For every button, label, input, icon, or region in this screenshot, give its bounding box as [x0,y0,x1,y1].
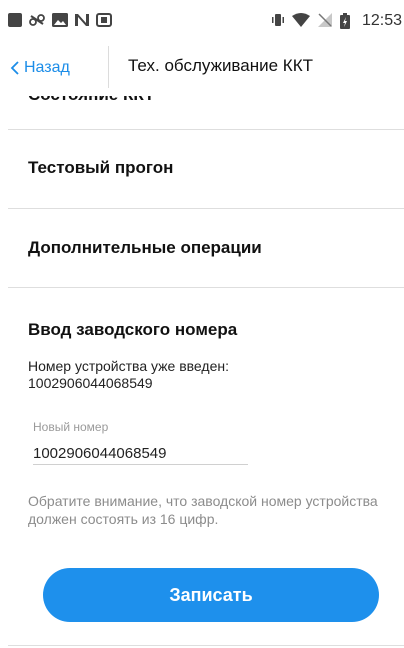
write-button[interactable]: Записать [43,568,379,622]
nfc-icon [75,14,89,26]
main-content: Состояние ККТ Тестовый прогон Дополнител… [0,96,404,648]
menu-item-kkt-status[interactable]: Состояние ККТ [8,96,404,128]
link-off-icon [29,14,45,26]
serial-note: Обратите внимание, что заводской номер у… [28,493,378,527]
menu-item-test-run[interactable]: Тестовый прогон [8,130,404,208]
menu-item-label: Тестовый прогон [28,158,174,177]
menu-item-label: Состояние ККТ [28,96,155,105]
wifi-icon [292,13,310,27]
header-divider [108,46,109,88]
section-title: Ввод заводского номера [28,320,238,339]
new-serial-label: Новый номер [33,420,109,434]
back-button[interactable]: Назад [10,54,70,82]
status-bar: 12:53 [0,0,404,40]
new-serial-input[interactable] [33,442,248,465]
entered-serial-value: 1002906044068549 [28,375,153,391]
menu-item-additional-operations[interactable]: Дополнительные операции [8,209,404,287]
new-serial-field: Новый номер [33,420,248,470]
stop-square-icon [8,13,22,27]
status-time: 12:53 [361,12,402,29]
divider [8,645,404,646]
vibrate-icon [272,14,284,26]
no-sim-icon [318,13,332,27]
divider [8,287,404,288]
screen: 12:53 Назад Тех. обслуживание ККТ Состоя… [0,0,404,648]
battery-charging-icon [340,13,350,29]
chevron-left-icon [10,61,19,75]
image-icon [52,13,68,27]
menu-item-label: Дополнительные операции [28,238,262,257]
header-bar: Назад Тех. обслуживание ККТ [0,40,404,96]
entered-serial-label: Номер устройства уже введен: [28,358,229,374]
screenshot-icon [96,13,112,27]
page-title: Тех. обслуживание ККТ [128,56,313,75]
write-button-label: Записать [169,584,253,605]
entered-serial-info: Номер устройства уже введен: 10029060440… [28,358,229,392]
back-label: Назад [24,59,70,76]
